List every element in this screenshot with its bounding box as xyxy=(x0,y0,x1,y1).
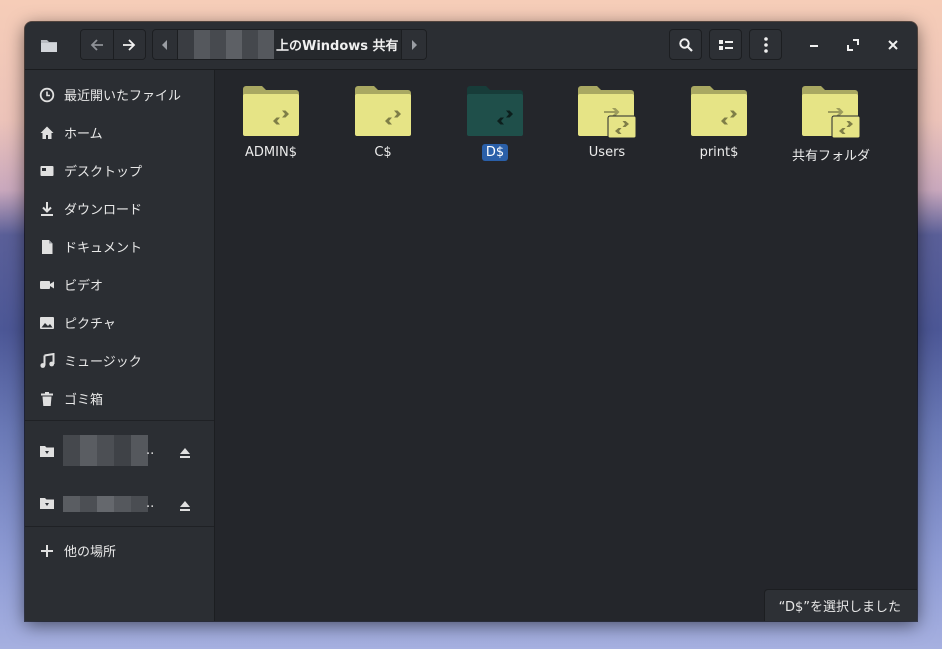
sidebar-separator xyxy=(25,420,214,421)
sidebar-item-pictures[interactable]: ピクチャ xyxy=(25,304,214,340)
sidebar-item-label: ビデオ xyxy=(64,278,104,294)
list-view-icon xyxy=(718,39,733,50)
file-item-d[interactable]: D$ xyxy=(439,85,551,161)
sidebar-item-label: デスクトップ xyxy=(64,164,143,180)
navigation-buttons xyxy=(80,29,146,60)
sidebar-item-label: ドキュメント xyxy=(64,240,143,256)
sidebar-item-recent[interactable]: 最近開いたファイル xyxy=(25,76,214,112)
file-item-c[interactable]: C$ xyxy=(327,85,439,161)
eject-icon xyxy=(180,448,190,458)
sidebar-item-network-mount[interactable]: .. xyxy=(25,425,214,475)
video-icon xyxy=(39,277,55,293)
shared-folder-icon xyxy=(691,86,747,136)
sidebar-item-label: ホーム xyxy=(64,126,103,142)
network-folder-icon xyxy=(39,495,55,511)
file-manager-window: 上のWindows 共有 最近開いたファイル ホーム デスクトップ ダウンロード… xyxy=(25,22,917,621)
sidebar: 最近開いたファイル ホーム デスクトップ ダウンロード ドキュメント ビデオ ピ… xyxy=(25,70,215,621)
shared-folder-link-icon xyxy=(802,86,861,139)
view-toggle-button[interactable] xyxy=(709,29,742,60)
search-icon xyxy=(678,37,693,52)
forward-button[interactable] xyxy=(113,30,145,59)
eject-button[interactable] xyxy=(179,497,191,516)
document-icon xyxy=(39,239,55,255)
sidebar-item-trash[interactable]: ゴミ箱 xyxy=(25,380,214,416)
close-button[interactable] xyxy=(879,31,907,59)
maximize-icon xyxy=(847,39,859,51)
chevron-left-icon xyxy=(162,39,167,50)
sidebar-item-label: 最近開いたファイル xyxy=(64,88,182,104)
download-icon xyxy=(39,201,55,217)
chevron-right-icon xyxy=(412,39,417,50)
minimize-button[interactable] xyxy=(800,31,828,59)
file-item-admin[interactable]: ADMIN$ xyxy=(215,85,327,161)
path-location-label[interactable]: 上のWindows 共有 xyxy=(274,35,399,54)
picture-icon xyxy=(39,315,55,331)
file-item-print[interactable]: print$ xyxy=(663,85,775,161)
sidebar-item-downloads[interactable]: ダウンロード xyxy=(25,190,214,226)
plus-icon xyxy=(39,543,55,559)
sidebar-item-label: ミュージック xyxy=(64,354,142,370)
file-name: Users xyxy=(588,145,626,160)
sidebar-item-label: ダウンロード xyxy=(64,202,143,218)
menu-button[interactable] xyxy=(749,29,782,60)
sidebar-item-label: ピクチャ xyxy=(64,316,116,332)
shared-folder-icon xyxy=(467,86,523,136)
eject-icon xyxy=(180,501,190,511)
home-icon xyxy=(39,125,55,141)
network-folder-icon xyxy=(39,443,55,459)
path-scroll-right-button[interactable] xyxy=(401,30,426,59)
sidebar-item-network-mount[interactable]: .. xyxy=(25,483,214,523)
close-icon xyxy=(888,40,898,50)
header-bar: 上のWindows 共有 xyxy=(25,22,917,70)
sidebar-item-label: .. xyxy=(146,495,155,511)
sidebar-item-desktop[interactable]: デスクトップ xyxy=(25,152,214,188)
blurred-mount-name xyxy=(63,496,148,512)
sidebar-item-music[interactable]: ミュージック xyxy=(25,342,214,378)
sidebar-item-label: 他の場所 xyxy=(64,544,117,560)
maximize-button[interactable] xyxy=(839,31,867,59)
shared-folder-icon xyxy=(355,86,411,136)
sidebar-item-home[interactable]: ホーム xyxy=(25,114,214,150)
blurred-mount-name xyxy=(63,435,148,466)
shared-folder-link-icon xyxy=(578,86,637,139)
sidebar-item-other-locations[interactable]: 他の場所 xyxy=(25,532,214,568)
file-name: 共有フォルダ xyxy=(791,149,870,164)
folder-app-icon xyxy=(34,29,64,60)
shared-folder-icon xyxy=(243,86,299,136)
sidebar-item-videos[interactable]: ビデオ xyxy=(25,266,214,302)
path-bar: 上のWindows 共有 xyxy=(152,29,427,60)
file-name: C$ xyxy=(374,145,392,160)
sidebar-separator xyxy=(25,526,214,527)
arrow-left-icon xyxy=(90,38,103,51)
desktop-icon xyxy=(39,163,55,179)
sidebar-item-label: ゴミ箱 xyxy=(64,392,104,408)
path-scroll-left-button[interactable] xyxy=(153,30,178,59)
arrow-right-icon xyxy=(123,38,136,51)
file-name: ADMIN$ xyxy=(245,145,297,160)
sidebar-item-documents[interactable]: ドキュメント xyxy=(25,228,214,264)
clock-icon xyxy=(39,87,55,103)
minimize-icon xyxy=(810,45,818,47)
search-button[interactable] xyxy=(669,29,702,60)
file-view[interactable]: ADMIN$ C$ D$ Users print$ 共有フォルダ “D$”を選択… xyxy=(215,70,917,621)
eject-button[interactable] xyxy=(179,444,191,463)
blurred-host-name xyxy=(178,30,274,59)
kebab-menu-icon xyxy=(763,36,768,53)
file-name: print$ xyxy=(699,145,739,160)
selection-status-bar: “D$”を選択しました xyxy=(763,589,917,621)
back-button[interactable] xyxy=(81,30,114,59)
file-item-users[interactable]: Users xyxy=(551,85,663,161)
status-text: “D$”を選択しました xyxy=(778,600,901,615)
trash-icon xyxy=(39,391,55,407)
music-icon xyxy=(39,353,55,369)
file-name: D$ xyxy=(481,144,509,161)
file-item-shared-folder[interactable]: 共有フォルダ xyxy=(775,85,887,165)
sidebar-item-label: .. xyxy=(146,442,155,458)
